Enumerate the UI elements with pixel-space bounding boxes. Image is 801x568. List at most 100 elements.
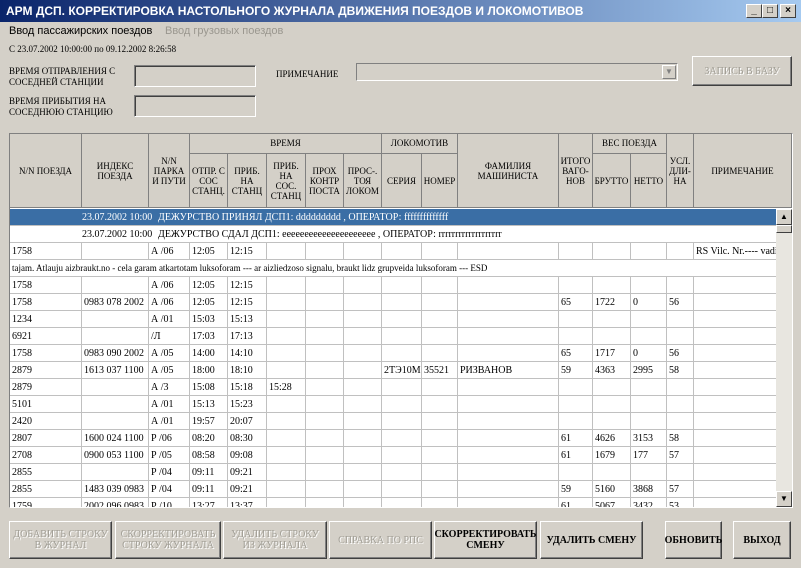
table-row[interactable]: 23.07.2002 10:00 ДЕЖУРСТВО ПРИНЯЛ ДСП1: d… — [10, 209, 777, 226]
chevron-down-icon[interactable]: ▼ — [662, 65, 676, 79]
cell-net: 177 — [631, 447, 667, 464]
col-loco-number[interactable]: НОМЕР — [422, 154, 458, 208]
tab-passenger-trains[interactable]: Ввод пассажирских поездов — [9, 25, 152, 37]
table-row[interactable]: 1758 0983 090 2002 А /05 14:00 14:10 65 1717 0 5… — [10, 345, 792, 362]
table-row[interactable]: 1758 0983 078 2002 А /06 12:05 12:15 65 1722 0 5… — [10, 294, 792, 311]
scroll-up-icon[interactable]: ▲ — [776, 209, 792, 225]
cell-loco-number: 35521 — [422, 362, 458, 379]
table-row[interactable]: 2807 1600 024 1100 Р /06 08:20 08:30 61 4626 31… — [10, 430, 792, 447]
edit-shift-button[interactable]: СКОРРЕКТИРОВАТЬ СМЕНУ — [434, 521, 537, 559]
cell-park-track: А /01 — [149, 413, 190, 430]
col-time-arr[interactable]: ПРИБ. НА СТАНЦ — [228, 154, 267, 208]
col-time-dep[interactable]: ОТПР. С СОС СТАНЦ. — [190, 154, 228, 208]
cell-time-pass — [306, 498, 344, 507]
table-row[interactable]: 2708 0900 053 1100 Р /05 08:58 09:08 61 1679 17… — [10, 447, 792, 464]
cell-wagons: 65 — [559, 294, 593, 311]
tab-freight-trains[interactable]: Ввод грузовых поездов — [165, 25, 283, 37]
table-row[interactable]: 6921 /Л 17:03 17:13 — [10, 328, 792, 345]
cell-loco-series — [382, 243, 422, 260]
table-row[interactable]: 2420 А /01 19:57 20:07 — [10, 413, 792, 430]
cell-length: 58 — [667, 430, 694, 447]
cell-time-idle — [344, 481, 382, 498]
cell-loco-series — [382, 311, 422, 328]
table-row[interactable]: tajam. Atlauju aizbraukt.no - cela garam… — [10, 260, 777, 277]
vertical-scrollbar[interactable]: ▲ ▼ — [776, 209, 792, 507]
title-bar: АРМ ДСП. КОРРЕКТИРОВКА НАСТОЛЬНОГО ЖУРНА… — [0, 0, 801, 22]
col-gross[interactable]: БРУТТО — [593, 154, 631, 208]
cell-gross — [593, 328, 631, 345]
table-row[interactable]: 23.07.2002 10:00 ДЕЖУРСТВО СДАЛ ДСП1: eee… — [10, 226, 777, 243]
cell-train-no: 2855 — [10, 464, 82, 481]
exit-button[interactable]: ВЫХОД — [733, 521, 791, 559]
cell-train-no: 1758 — [10, 294, 82, 311]
col-train-index[interactable]: ИНДЕКС ПОЕЗДА — [82, 134, 149, 208]
table-row[interactable]: 2879 1613 037 1100 А /05 18:00 18:10 2ТЭ10М 35… — [10, 362, 792, 379]
cell-time-dep: 08:58 — [190, 447, 228, 464]
cell-time-idle — [344, 413, 382, 430]
cell-time-dep: 15:03 — [190, 311, 228, 328]
cell-driver — [458, 328, 559, 345]
cell-time-idle — [344, 430, 382, 447]
table-row[interactable]: 5101 А /01 15:13 15:23 — [10, 396, 792, 413]
close-button[interactable]: × — [780, 4, 796, 18]
table-row[interactable]: 1758 А /06 12:05 12:15 — [10, 277, 792, 294]
cell-train-no: 5101 — [10, 396, 82, 413]
cell-time-dep: 12:05 — [190, 294, 228, 311]
cell-loco-series — [382, 430, 422, 447]
table-row[interactable]: 1234 А /01 15:03 15:13 — [10, 311, 792, 328]
edit-row-button[interactable]: СКОРРЕКТИРОВАТЬ СТРОКУ ЖУРНАЛА — [115, 521, 221, 559]
cell-net: 3868 — [631, 481, 667, 498]
departure-time-field[interactable] — [134, 65, 256, 87]
cell-train-no: 1758 — [10, 243, 82, 260]
note-select[interactable]: ▼ — [356, 63, 678, 81]
cell-time-arr: 08:30 — [228, 430, 267, 447]
delete-shift-button[interactable]: УДАЛИТЬ СМЕНУ — [540, 521, 643, 559]
cell-time-arr: 20:07 — [228, 413, 267, 430]
arrival-time-field[interactable] — [134, 95, 256, 117]
save-to-db-button[interactable]: ЗАПИСЬ В БАЗУ — [692, 56, 792, 86]
scroll-down-icon[interactable]: ▼ — [776, 491, 792, 507]
col-driver[interactable]: ФАМИЛИЯ МАШИНИСТА — [458, 134, 559, 208]
table-row[interactable]: 2879 А /3 15:08 15:18 15:28 — [10, 379, 792, 396]
col-time-idle[interactable]: ПРОС-. ТОЯ ЛОКОМ — [344, 154, 382, 208]
cell-time-arr: 18:10 — [228, 362, 267, 379]
table-row[interactable]: 2855 Р /04 09:11 09:21 — [10, 464, 792, 481]
col-length[interactable]: УСЛ. ДЛИ-НА — [667, 134, 694, 208]
col-park-track[interactable]: N/N ПАРКА И ПУТИ — [149, 134, 190, 208]
cell-train-index — [82, 328, 149, 345]
col-net[interactable]: НЕТТО — [631, 154, 667, 208]
cell-train-no: 2420 — [10, 413, 82, 430]
col-train-no[interactable]: N/N ПОЕЗДА — [10, 134, 82, 208]
cell-length — [667, 243, 694, 260]
maximize-button[interactable]: □ — [762, 4, 778, 18]
cell-net: 3432 — [631, 498, 667, 507]
minimize-button[interactable]: _ — [746, 4, 762, 18]
cell-time-arr-nb — [267, 345, 306, 362]
refresh-button[interactable]: ОБНОВИТЬ — [665, 521, 722, 559]
rps-help-button[interactable]: СПРАВКА ПО РПС — [329, 521, 432, 559]
delete-row-button[interactable]: УДАЛИТЬ СТРОКУ ИЗ ЖУРНАЛА — [223, 521, 327, 559]
cell-time-idle — [344, 464, 382, 481]
cell-time-arr-nb — [267, 328, 306, 345]
cell-length — [667, 328, 694, 345]
col-loco-series[interactable]: СЕРИЯ — [382, 154, 422, 208]
cell-time-idle — [344, 396, 382, 413]
cell-train-no: 2879 — [10, 379, 82, 396]
cell-park-track: А /06 — [149, 277, 190, 294]
cell-shift-text: ДЕЖУРСТВО СДАЛ ДСП1: eeeeeeeeeeeeeeeeeee… — [156, 226, 777, 243]
table-row[interactable]: 1758 А /06 12:05 12:15 RS Vilc. Nr.---- vadi — [10, 243, 792, 260]
cell-loco-number — [422, 294, 458, 311]
add-row-button[interactable]: ДОБАВИТЬ СТРОКУ В ЖУРНАЛ — [9, 521, 112, 559]
table-row[interactable]: 1759 2002 096 0983 Р /10 13:27 13:37 61 5067 34… — [10, 498, 792, 507]
col-note[interactable]: ПРИМЕЧАНИЕ — [694, 134, 792, 208]
cell-time-dep: 09:11 — [190, 481, 228, 498]
cell-train-index — [82, 311, 149, 328]
col-time-arr-nb[interactable]: ПРИБ. НА СОС. СТАНЦ — [267, 154, 306, 208]
table-row[interactable]: 2855 1483 039 0983 Р /04 09:11 09:21 59 5160 38… — [10, 481, 792, 498]
col-wagons[interactable]: ИТОГО ВАГО-НОВ — [559, 134, 593, 208]
col-time-pass[interactable]: ПРОХ КОНТР ПОСТА — [306, 154, 344, 208]
scroll-thumb[interactable] — [776, 225, 792, 233]
cell-time-arr: 15:18 — [228, 379, 267, 396]
cell-driver — [458, 311, 559, 328]
cell-park-track: А /05 — [149, 362, 190, 379]
